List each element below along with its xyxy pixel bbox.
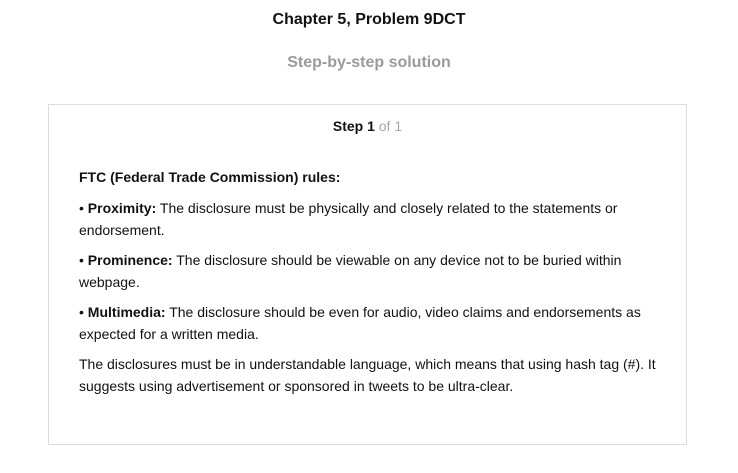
step-indicator: Step 1 of 1: [49, 118, 686, 134]
rule-item-proximity: • Proximity: The disclosure must be phys…: [79, 197, 661, 242]
bullet: •: [79, 251, 84, 268]
solution-subtitle: Step-by-step solution: [287, 54, 451, 71]
rule-name: Prominence:: [87, 251, 173, 268]
solution-card: Step 1 of 1 FTC (Federal Trade Commissio…: [48, 104, 687, 445]
rule-name: Multimedia:: [87, 303, 166, 320]
rule-item-multimedia: • Multimedia: The disclosure should be e…: [79, 301, 661, 346]
rule-name: Proximity:: [87, 199, 157, 216]
bullet: •: [79, 199, 84, 216]
bullet: •: [79, 303, 84, 320]
step-label: Step 1: [332, 118, 375, 134]
rules-heading: FTC (Federal Trade Commission) rules:: [79, 169, 341, 185]
step-content: FTC (Federal Trade Commission) rules: • …: [79, 166, 661, 398]
rule-item-prominence: • Prominence: The disclosure should be v…: [79, 249, 661, 294]
page-title: Chapter 5, Problem 9DCT: [272, 11, 466, 28]
closing-paragraph: The disclosures must be in understandabl…: [79, 355, 656, 395]
rule-text: The disclosure must be physically and cl…: [79, 199, 618, 239]
step-count: of 1: [378, 118, 403, 134]
